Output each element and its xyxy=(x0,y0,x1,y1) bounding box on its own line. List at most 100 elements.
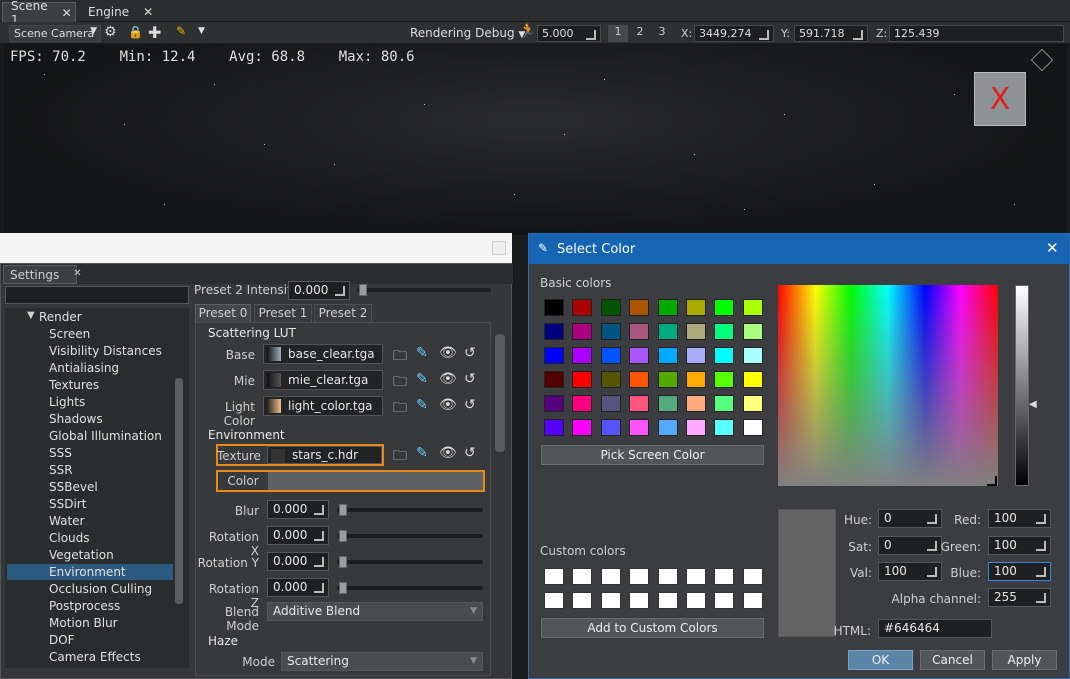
x-coordinate-field[interactable]: 3449.274 xyxy=(694,25,774,42)
basic-color-swatch[interactable] xyxy=(629,371,650,388)
tab-preset-2[interactable]: Preset 2 xyxy=(314,304,372,323)
slider-value-field[interactable]: 0.000 xyxy=(267,578,329,597)
edit-icon[interactable]: ✎ xyxy=(416,397,428,413)
folder-icon[interactable]: 🗀 xyxy=(393,345,407,369)
custom-color-swatch[interactable] xyxy=(544,568,564,585)
basic-color-swatch[interactable] xyxy=(572,323,593,340)
brush-icon[interactable]: ✎ xyxy=(176,24,186,38)
tab-preset-0[interactable]: Preset 0 xyxy=(195,304,251,323)
folder-icon[interactable]: 🗀 xyxy=(393,445,407,469)
tree-item-clouds[interactable]: Clouds xyxy=(49,531,90,545)
tree-item-lights[interactable]: Lights xyxy=(49,395,85,409)
custom-color-swatch[interactable] xyxy=(544,592,564,609)
slider-handle[interactable] xyxy=(339,504,347,516)
tab-settings[interactable]: Settings ✕ xyxy=(3,265,82,284)
settings-search-input[interactable] xyxy=(5,286,189,304)
custom-color-swatch[interactable] xyxy=(572,592,593,609)
preset-2-intensity-slider[interactable] xyxy=(357,288,491,292)
value-slider-arrow-icon[interactable]: ◀ xyxy=(1029,399,1037,410)
close-icon[interactable]: ✕ xyxy=(143,5,153,19)
slider-track[interactable] xyxy=(337,508,483,512)
custom-color-swatch[interactable] xyxy=(714,568,735,585)
tab-scene-1[interactable]: Scene 1 ✕ xyxy=(2,0,76,27)
slider-handle[interactable] xyxy=(359,284,367,296)
eye-icon[interactable]: 👁 xyxy=(439,371,457,387)
tab-engine[interactable]: Engine ✕ xyxy=(80,2,153,22)
environment-texture-field[interactable]: stars_c.hdr xyxy=(267,446,382,464)
scene-viewport[interactable] xyxy=(4,44,1066,235)
tree-item-ssdirt[interactable]: SSDirt xyxy=(49,497,86,511)
basic-color-swatch[interactable] xyxy=(686,323,706,340)
custom-color-swatch[interactable] xyxy=(600,568,621,585)
basic-color-swatch[interactable] xyxy=(742,371,763,388)
tree-item-global-illumination[interactable]: Global Illumination xyxy=(49,429,162,443)
close-icon[interactable]: ✕ xyxy=(73,268,81,281)
basic-color-swatch[interactable] xyxy=(686,299,706,316)
basic-color-swatch[interactable] xyxy=(544,395,564,412)
tree-item-water[interactable]: Water xyxy=(49,514,84,528)
custom-color-swatch[interactable] xyxy=(657,568,678,585)
tree-item-dof[interactable]: DOF xyxy=(49,633,75,647)
custom-color-swatch[interactable] xyxy=(742,568,763,585)
eye-icon[interactable]: 👁 xyxy=(439,345,457,361)
basic-color-swatch[interactable] xyxy=(657,395,678,412)
slider-track[interactable] xyxy=(337,560,483,564)
view-cube-home-icon[interactable] xyxy=(1030,48,1054,72)
basic-color-swatch[interactable] xyxy=(714,299,735,316)
orientation-gizmo[interactable]: X xyxy=(974,72,1026,126)
basic-color-swatch[interactable] xyxy=(742,299,763,316)
basic-color-swatch[interactable] xyxy=(714,395,735,412)
tree-item-vegetation[interactable]: Vegetation xyxy=(49,548,114,562)
chevron-down-icon[interactable]: ▼ xyxy=(27,310,35,321)
camera-speed-field[interactable]: 5.000 xyxy=(537,25,601,42)
val-field[interactable]: 100 xyxy=(878,562,942,581)
y-coordinate-field[interactable]: 591.718 xyxy=(794,25,868,42)
reset-icon[interactable]: ↺ xyxy=(464,445,476,461)
tree-item-camera-effects[interactable]: Camera Effects xyxy=(49,650,141,664)
eye-icon[interactable]: 👁 xyxy=(439,397,457,413)
reset-icon[interactable]: ↺ xyxy=(464,397,476,413)
basic-color-swatch[interactable] xyxy=(742,347,763,364)
basic-color-swatch[interactable] xyxy=(742,323,763,340)
custom-color-swatch[interactable] xyxy=(657,592,678,609)
settings-scrollbar[interactable] xyxy=(495,334,505,452)
tab-preset-1[interactable]: Preset 1 xyxy=(254,304,312,323)
light-color-texture-field[interactable]: light_color.tga xyxy=(263,396,383,416)
add-to-custom-colors-button[interactable]: Add to Custom Colors xyxy=(541,618,764,638)
tree-item-motion-blur[interactable]: Motion Blur xyxy=(49,616,118,630)
slider-value-field[interactable]: 0.000 xyxy=(267,526,329,545)
gear-icon[interactable]: ⚙ xyxy=(104,24,117,40)
move-icon[interactable]: ✚ xyxy=(148,23,161,42)
basic-color-swatch[interactable] xyxy=(629,419,650,436)
view-button-1[interactable]: 1 xyxy=(608,25,628,42)
basic-color-swatch[interactable] xyxy=(686,347,706,364)
basic-color-swatch[interactable] xyxy=(600,395,621,412)
basic-color-swatch[interactable] xyxy=(629,395,650,412)
basic-color-swatch[interactable] xyxy=(544,299,564,316)
basic-color-swatch[interactable] xyxy=(629,323,650,340)
reset-icon[interactable]: ↺ xyxy=(464,345,476,361)
basic-color-swatch[interactable] xyxy=(600,299,621,316)
close-icon[interactable]: ✕ xyxy=(1046,239,1059,257)
preset-2-intensity-field[interactable]: 0.000 xyxy=(288,281,350,300)
slider-track[interactable] xyxy=(337,586,483,590)
tree-item-render[interactable]: Render xyxy=(39,310,82,324)
basic-color-swatch[interactable] xyxy=(544,419,564,436)
slider-handle[interactable] xyxy=(339,530,347,542)
custom-color-swatch[interactable] xyxy=(714,592,735,609)
folder-icon[interactable]: 🗀 xyxy=(393,371,407,395)
basic-color-swatch[interactable] xyxy=(657,347,678,364)
custom-color-swatch[interactable] xyxy=(629,568,650,585)
close-icon[interactable]: ✕ xyxy=(62,6,72,20)
edit-icon[interactable]: ✎ xyxy=(416,445,428,461)
custom-color-swatch[interactable] xyxy=(686,568,706,585)
tree-item-occlusion-culling[interactable]: Occlusion Culling xyxy=(49,582,152,596)
basic-color-swatch[interactable] xyxy=(572,395,593,412)
basic-color-swatch[interactable] xyxy=(572,371,593,388)
basic-color-swatch[interactable] xyxy=(686,371,706,388)
basic-color-swatch[interactable] xyxy=(657,323,678,340)
basic-color-swatch[interactable] xyxy=(657,371,678,388)
tree-item-ssbevel[interactable]: SSBevel xyxy=(49,480,98,494)
basic-color-swatch[interactable] xyxy=(600,347,621,364)
edit-icon[interactable]: ✎ xyxy=(416,371,428,387)
